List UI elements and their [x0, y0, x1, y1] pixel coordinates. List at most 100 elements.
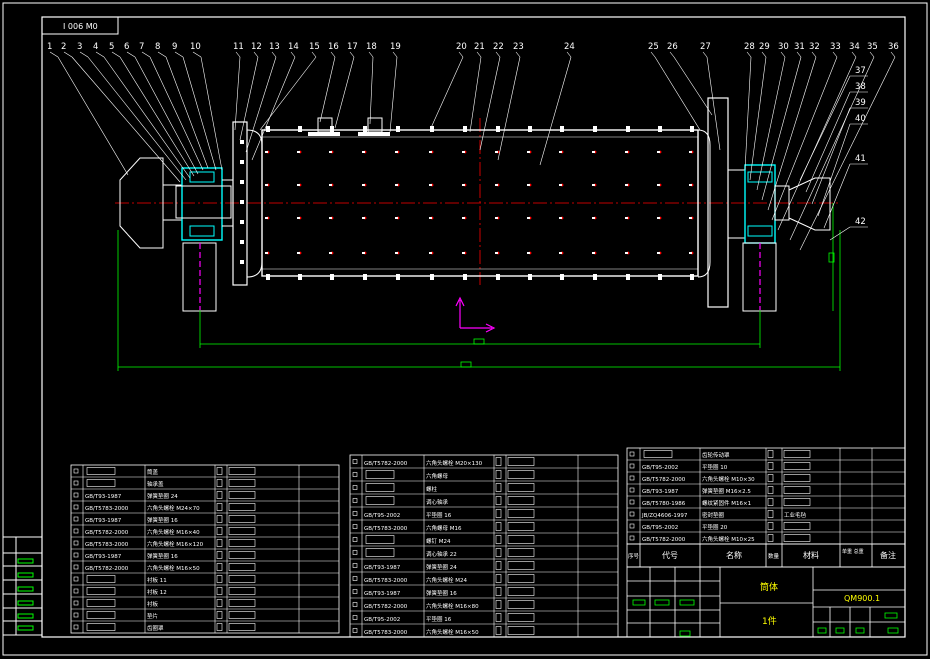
qty-box — [495, 509, 502, 518]
material-box — [228, 623, 256, 631]
qty-box — [767, 474, 774, 482]
material-box — [507, 574, 535, 583]
leader-line — [767, 56, 817, 211]
bolt-bottom — [298, 274, 302, 280]
flange-bolt — [240, 260, 244, 264]
part-label: 1件 — [762, 615, 777, 627]
leader-line — [200, 56, 223, 171]
liner-bolt-white — [265, 252, 268, 254]
part-name: 平垫圈 16 — [426, 615, 452, 623]
liner-bolt-white — [265, 217, 268, 219]
part-name: 六角头螺栓 M24×70 — [147, 504, 200, 512]
part-code: GB/T95-2002 — [364, 513, 400, 519]
liner-bolt-white — [462, 252, 465, 254]
liner-bolt-white — [657, 151, 660, 153]
callout-number: 9 — [172, 42, 177, 52]
bolt-bottom — [266, 274, 270, 280]
material-box — [228, 479, 256, 487]
qty-box — [767, 486, 774, 494]
leader-line — [771, 56, 838, 221]
liner-bolt-white — [297, 151, 300, 153]
liner-bolt-white — [625, 217, 628, 219]
leader-line — [389, 56, 398, 133]
callout-number: 8 — [155, 42, 160, 52]
part-code-box — [86, 587, 116, 595]
callout-number: 23 — [513, 42, 524, 52]
parts-table-left: 筒盖轴承盖 GB/T93-1987 弹簧垫圈 24 GB/T5783-2000 六角头螺… — [70, 464, 340, 634]
drawing-code: QM900.1 — [844, 594, 880, 603]
seq-box — [352, 498, 358, 503]
parts-table-right: 齿轮传动罩 GB/T95-2002 平垫圈 10 GB/T5782-2000 六角头螺栓… — [626, 447, 906, 545]
seq-box — [352, 628, 358, 633]
part-name: 平垫圈 16 — [426, 511, 452, 519]
bolt-top — [496, 126, 500, 132]
bolt-bottom — [330, 274, 334, 280]
qty-box — [216, 527, 223, 535]
part-code-box — [86, 623, 116, 631]
bolt-bottom — [593, 274, 597, 280]
qty-box — [495, 587, 502, 596]
part-material: 工业毛毡 — [784, 511, 807, 519]
liner-dots — [265, 150, 694, 255]
qty-box — [767, 498, 774, 506]
part-code: GB/T5782-2000 — [364, 461, 408, 467]
callout-number: 38 — [855, 82, 866, 92]
leader-line — [823, 163, 851, 229]
material-box — [507, 457, 535, 466]
part-code: GB/T95-2002 — [642, 465, 678, 471]
qty-box — [495, 457, 502, 466]
liner-bolt-white — [495, 217, 498, 219]
material-box — [507, 626, 535, 635]
table-header: 序号 代号 名称 数量 材料 单重 总重 备注 — [626, 543, 906, 568]
callout-number: 18 — [366, 42, 377, 52]
callout-number: 26 — [667, 42, 678, 52]
seq-box — [73, 504, 79, 510]
callout-group: 1 2 3 4 5 6 7 8 9 10 11 12 13 14 15 16 17 18 19 20 21 22 23 24 2… — [47, 42, 899, 251]
callout-number: 17 — [347, 42, 358, 52]
part-name: 垫片 — [147, 612, 158, 620]
qty-box — [495, 535, 502, 544]
part-name: 筒盖 — [147, 468, 159, 476]
qty-box — [495, 561, 502, 570]
callout-number: 28 — [744, 42, 755, 52]
part-name: 六角螺母 M16 — [426, 524, 462, 532]
header-code: 代号 — [662, 550, 678, 560]
material-box — [228, 491, 256, 499]
qty-box — [216, 587, 223, 595]
qty-box — [216, 467, 223, 475]
drawing-name: 筒体 — [760, 581, 778, 593]
bolt-top — [298, 126, 302, 132]
callout-number: 39 — [855, 98, 866, 108]
part-code: GB/T5783-2000 — [364, 630, 408, 636]
leader-line — [319, 56, 336, 123]
callout-number: 3 — [77, 42, 82, 52]
header-weight: 单重 总重 — [842, 548, 864, 555]
seq-box — [73, 600, 79, 606]
leader-line — [777, 56, 857, 231]
seq-box — [352, 576, 358, 581]
liner-bolt-white — [429, 252, 432, 254]
material-box — [783, 498, 811, 506]
material-box — [507, 496, 535, 505]
callout-number: 16 — [328, 42, 339, 52]
liner-bolt-white — [559, 184, 562, 186]
liner-bolt-white — [395, 252, 398, 254]
seq-box — [352, 589, 358, 594]
material-box — [783, 534, 811, 542]
left-margin-table — [2, 536, 43, 636]
callout-number: 31 — [794, 42, 805, 52]
header-qty: 数量 — [768, 552, 780, 560]
liner-bolt-white — [527, 217, 530, 219]
part-name: 平垫圈 10 — [702, 463, 728, 471]
seq-box — [73, 552, 79, 558]
qty-box — [216, 563, 223, 571]
liner-bolt-white — [495, 184, 498, 186]
callout-number: 33 — [830, 42, 841, 52]
seq-box — [73, 576, 79, 582]
callout-number: 40 — [855, 114, 866, 124]
liner-bolt-white — [462, 217, 465, 219]
material-box — [228, 467, 256, 475]
seq-box — [629, 451, 635, 457]
qty-box — [495, 522, 502, 531]
material-box — [228, 551, 256, 559]
